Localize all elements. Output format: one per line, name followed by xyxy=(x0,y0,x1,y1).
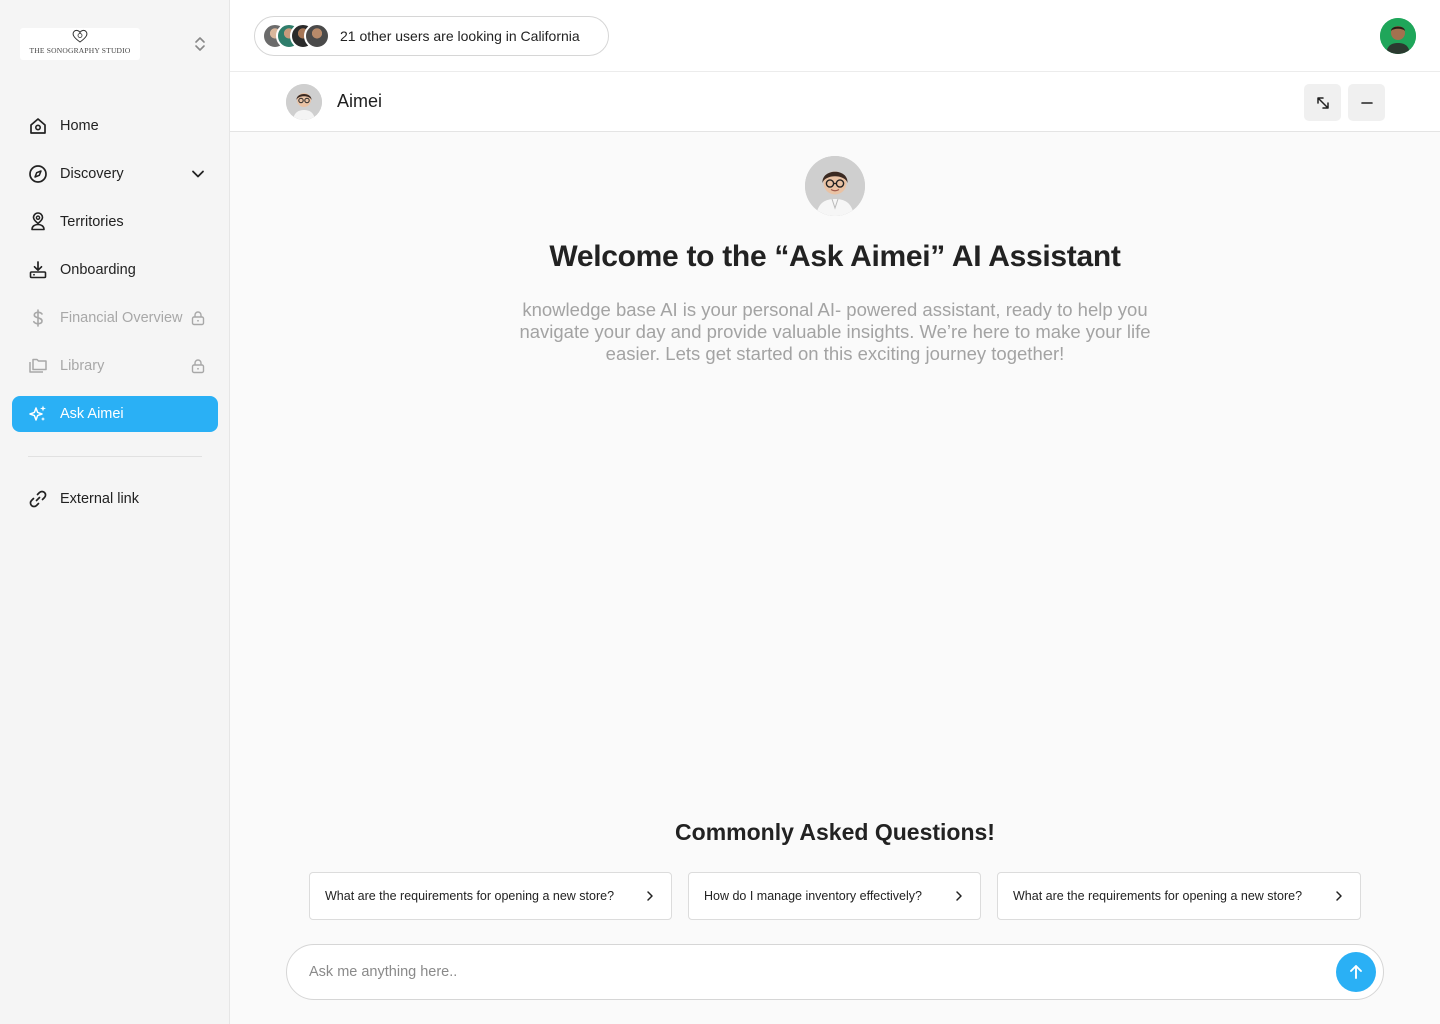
sidebar-item-label: External link xyxy=(60,491,139,507)
sidebar-item-discovery[interactable]: Discovery xyxy=(12,156,218,192)
folders-icon xyxy=(28,356,48,376)
faq-title: Commonly Asked Questions! xyxy=(675,819,995,845)
faq-button[interactable]: What are the requirements for opening a … xyxy=(309,872,672,920)
sidebar-nav: Home Discovery Territories Onboarding Fi… xyxy=(12,108,218,444)
bot-avatar xyxy=(286,84,322,120)
chevron-right-icon xyxy=(647,891,653,901)
faq-label: How do I manage inventory effectively? xyxy=(704,889,922,903)
faq-label: What are the requirements for opening a … xyxy=(325,889,615,903)
faq-button[interactable]: What are the requirements for opening a … xyxy=(997,872,1361,920)
sidebar-item-label: Territories xyxy=(60,214,124,230)
send-button[interactable] xyxy=(1336,952,1376,992)
sidebar-item-label: Financial Overview xyxy=(60,310,183,326)
bot-avatar-large xyxy=(805,156,865,216)
avatar xyxy=(304,23,330,49)
arrow-up-icon xyxy=(1350,965,1362,979)
link-icon xyxy=(28,489,48,509)
chat-header: Aimei xyxy=(230,72,1440,132)
sidebar-item-territories[interactable]: Territories xyxy=(12,204,218,240)
chevron-up-down-icon[interactable] xyxy=(191,34,209,54)
welcome-title: Welcome to the “Ask Aimei” AI Assistant xyxy=(549,240,1121,273)
compass-icon xyxy=(28,164,48,184)
presence-text: 21 other users are looking in California xyxy=(340,28,580,44)
sidebar-item-label: Home xyxy=(60,118,99,134)
chevron-right-icon xyxy=(956,891,962,901)
sparkles-icon xyxy=(28,404,48,424)
sidebar-item-label: Onboarding xyxy=(60,262,136,278)
chat-input[interactable] xyxy=(309,945,1309,999)
faq-label: What are the requirements for opening a … xyxy=(1013,889,1303,903)
sidebar: THE SONOGRAPHY STUDIO Home Discovery Ter… xyxy=(0,0,230,1024)
sidebar-item-label: Library xyxy=(60,358,105,374)
sidebar-item-onboarding[interactable]: Onboarding xyxy=(12,252,218,288)
sidebar-item-ask-aimei[interactable]: Ask Aimei xyxy=(12,396,218,432)
brand-name: THE SONOGRAPHY STUDIO xyxy=(29,46,131,55)
intro-text: knowledge base AI is your personal AI- p… xyxy=(519,299,1151,364)
sidebar-item-label: Discovery xyxy=(60,166,124,182)
chat-composer xyxy=(286,944,1384,1000)
chat-panel: Welcome to the “Ask Aimei” AI Assistant … xyxy=(230,132,1440,1024)
map-pin-user-icon xyxy=(28,212,48,232)
avatar-stack xyxy=(262,23,334,49)
lock-icon xyxy=(188,356,208,376)
sidebar-external: External link xyxy=(12,481,218,529)
bot-name: Aimei xyxy=(337,91,383,111)
heart-logo-icon xyxy=(72,29,88,43)
presence-pill[interactable]: 21 other users are looking in California xyxy=(254,16,609,56)
sidebar-divider xyxy=(28,456,202,457)
expand-button[interactable] xyxy=(1304,84,1341,121)
sidebar-item-label: Ask Aimei xyxy=(60,406,124,422)
dollar-icon xyxy=(28,308,48,328)
sidebar-item-library[interactable]: Library xyxy=(12,348,218,384)
chevron-right-icon xyxy=(1336,891,1342,901)
brand-logo[interactable]: THE SONOGRAPHY STUDIO xyxy=(20,28,140,60)
faq-button[interactable]: How do I manage inventory effectively? xyxy=(688,872,981,920)
minus-icon xyxy=(1360,101,1373,104)
sidebar-item-external-link[interactable]: External link xyxy=(12,481,218,517)
lock-icon xyxy=(188,308,208,328)
minimize-button[interactable] xyxy=(1348,84,1385,121)
download-tray-icon xyxy=(28,260,48,280)
chevron-down-icon[interactable] xyxy=(188,164,208,184)
home-icon xyxy=(28,116,48,136)
expand-icon xyxy=(1316,96,1329,109)
top-bar: 21 other users are looking in California xyxy=(230,0,1440,72)
sidebar-item-home[interactable]: Home xyxy=(12,108,218,144)
user-avatar[interactable] xyxy=(1380,18,1416,54)
sidebar-item-financial-overview[interactable]: Financial Overview xyxy=(12,300,218,336)
